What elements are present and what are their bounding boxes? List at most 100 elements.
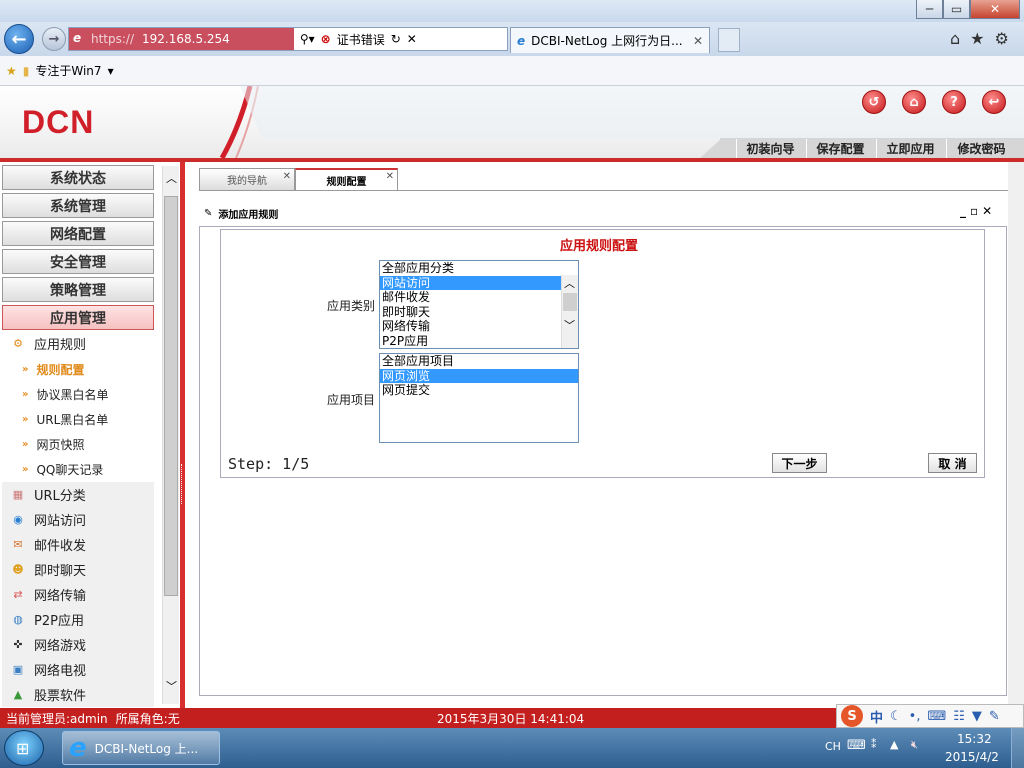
sidebar-item-system-management[interactable]: 系统管理 xyxy=(2,193,154,218)
category-listbox[interactable]: 全部应用分类 网站访问 邮件收发 即时聊天 网络传输 P2P应用 xyxy=(379,260,579,349)
address-url-segment[interactable]: e https:// 192.168.5.254 xyxy=(69,28,294,50)
close-tab-icon[interactable]: ✕ xyxy=(283,171,291,182)
sidebar-leaf-web-snapshot[interactable]: » 网页快照 xyxy=(22,433,84,455)
volume-muted-icon[interactable]: 🔇︎ xyxy=(911,738,918,752)
scroll-down-icon[interactable]: ﹀ xyxy=(166,678,177,694)
save-config-button[interactable]: 保存配置 xyxy=(806,139,874,158)
close-panel-icon[interactable]: ✕ xyxy=(982,204,996,218)
sidebar-cat-stocks[interactable]: ▲ 股票软件 xyxy=(2,682,154,707)
address-host: 192.168.5.254 xyxy=(142,32,230,46)
divider-grip[interactable] xyxy=(181,464,184,504)
favorites-star-icon[interactable]: ★ xyxy=(970,29,984,48)
forward-button[interactable]: → xyxy=(42,27,66,51)
listbox-option[interactable]: 全部应用项目 xyxy=(380,354,578,369)
stop-icon[interactable]: ✕ xyxy=(407,32,417,46)
sidebar-cat-mail[interactable]: ✉ 邮件收发 xyxy=(2,532,154,557)
item-listbox[interactable]: 全部应用项目 网页浏览 网页提交 xyxy=(379,353,579,443)
sidebar-group-app-rules[interactable]: ⚙ 应用规则 xyxy=(2,331,154,356)
sidebar-leaf-rule-config[interactable]: » 规则配置 xyxy=(22,358,84,380)
help-round-icon[interactable]: ? xyxy=(942,90,966,114)
ime-toolbar[interactable]: S 中 ☾ •, ⌨ ☷ ▼ ✎ xyxy=(836,704,1024,728)
show-hidden-icons[interactable]: ▲ xyxy=(890,738,898,751)
search-icon[interactable]: ⚲▾ xyxy=(300,32,315,46)
listbox-option[interactable]: 即时聊天 xyxy=(380,305,578,320)
sogou-ime-icon[interactable]: S xyxy=(841,705,863,727)
show-desktop-button[interactable] xyxy=(1011,728,1024,768)
new-tab-button[interactable] xyxy=(718,28,740,52)
maximize-window-button[interactable]: ▭ xyxy=(943,0,970,19)
clock-date[interactable]: 2015/4/2 xyxy=(945,750,999,764)
sidebar-cat-url[interactable]: ▦ URL分类 xyxy=(2,482,154,507)
tab-rule-config[interactable]: 规则配置 ✕ xyxy=(295,168,398,190)
clock-time[interactable]: 15:32 xyxy=(957,732,992,746)
sidebar-item-policy-management[interactable]: 策略管理 xyxy=(2,277,154,302)
browser-tab[interactable]: e DCBI-NetLog 上网行为日... ✕ xyxy=(510,27,710,53)
home-round-icon[interactable]: ⌂ xyxy=(902,90,926,114)
sidebar-cat-im[interactable]: ☻ 即时聊天 xyxy=(2,557,154,582)
listbox-option[interactable]: 网页提交 xyxy=(380,383,578,398)
refresh-round-icon[interactable]: ↺ xyxy=(862,90,886,114)
apply-now-button[interactable]: 立即应用 xyxy=(876,139,944,158)
scroll-up-icon[interactable]: ︿ xyxy=(166,170,177,186)
sidebar-item-network-config[interactable]: 网络配置 xyxy=(2,221,154,246)
sidebar-cat-transfer[interactable]: ⇄ 网络传输 xyxy=(2,582,154,607)
listbox-option-selected[interactable]: 网站访问 xyxy=(380,275,561,290)
refresh-icon[interactable]: ↻ xyxy=(391,32,401,46)
sidebar-scrollbar[interactable]: ︿ ﹀ xyxy=(162,166,179,704)
taskbar-ie-button[interactable]: e DCBI-NetLog 上... xyxy=(62,731,220,765)
sidebar-cat-tv[interactable]: ▣ 网络电视 xyxy=(2,657,154,682)
home-icon[interactable]: ⌂ xyxy=(950,29,960,48)
listbox-scroll-thumb[interactable] xyxy=(563,293,577,311)
logout-round-icon[interactable]: ↩ xyxy=(982,90,1006,114)
shirt-icon[interactable]: ▼ xyxy=(972,709,982,724)
language-indicator[interactable]: CH xyxy=(825,740,841,753)
sidebar-leaf-protocol-list[interactable]: » 协议黑白名单 xyxy=(22,383,108,405)
sidebar-item-system-status[interactable]: 系统状态 xyxy=(2,165,154,190)
sidebar-cat-p2p[interactable]: ◍ P2P应用 xyxy=(2,607,154,632)
ime-tray-icon[interactable]: ⁑ xyxy=(871,738,877,751)
listbox-option[interactable]: 网络传输 xyxy=(380,319,578,334)
wrench-icon[interactable]: ✎ xyxy=(989,709,1000,724)
listbox-option[interactable]: 邮件收发 xyxy=(380,290,578,305)
cancel-button[interactable]: 取 消 xyxy=(928,453,977,473)
listbox-option[interactable]: 全部应用分类 xyxy=(380,261,578,276)
sidebar-item-security-management[interactable]: 安全管理 xyxy=(2,249,154,274)
start-button[interactable]: ⊞ xyxy=(4,730,44,766)
ime-mode[interactable]: 中 xyxy=(870,707,883,726)
minimize-window-button[interactable]: ─ xyxy=(916,0,943,19)
sidebar-leaf-qq-chat-log[interactable]: » QQ聊天记录 xyxy=(22,458,103,480)
scroll-up-icon[interactable]: ︿ xyxy=(564,275,575,291)
next-step-button[interactable]: 下一步 xyxy=(772,453,827,473)
scroll-down-icon[interactable]: ﹀ xyxy=(564,317,575,333)
minimize-panel-icon[interactable]: _ xyxy=(960,204,970,218)
tab-my-navigation[interactable]: 我的导航 ✕ xyxy=(199,168,295,190)
change-password-button[interactable]: 修改密码 xyxy=(946,139,1016,158)
punctuation-icon[interactable]: •, xyxy=(909,709,921,724)
close-tab-icon[interactable]: ✕ xyxy=(386,171,394,182)
skin-icon[interactable]: ☷ xyxy=(953,709,965,724)
keyboard-icon[interactable]: ⌨ xyxy=(927,709,946,724)
listbox-option-selected[interactable]: 网页浏览 xyxy=(380,368,578,383)
sidebar-divider[interactable] xyxy=(180,162,185,708)
chevron-down-icon[interactable]: ▾ xyxy=(108,64,114,78)
sidebar-item-app-management[interactable]: 应用管理 xyxy=(2,305,154,330)
listbox-option[interactable]: P2P应用 xyxy=(380,334,578,349)
category-listbox-scrollbar[interactable]: ︿ ﹀ xyxy=(561,275,578,348)
favorites-item-label[interactable]: 专注于Win7 xyxy=(35,62,101,79)
settings-gear-icon[interactable]: ⚙ xyxy=(995,29,1009,48)
close-tab-icon[interactable]: ✕ xyxy=(693,34,703,48)
moon-icon[interactable]: ☾ xyxy=(890,709,902,724)
sidebar-cat-web-access[interactable]: ◉ 网站访问 xyxy=(2,507,154,532)
sidebar-scroll-thumb[interactable] xyxy=(164,196,178,596)
sidebar-cat-games[interactable]: ✜ 网络游戏 xyxy=(2,632,154,657)
restore-panel-icon[interactable]: ▫ xyxy=(970,204,982,218)
sidebar-leaf-url-list[interactable]: » URL黑白名单 xyxy=(22,408,108,430)
setup-wizard-button[interactable]: 初装向导 xyxy=(736,139,804,158)
keyboard-tray-icon[interactable]: ⌨ xyxy=(847,738,866,753)
close-window-button[interactable]: ✕ xyxy=(970,0,1020,19)
address-bar[interactable]: e https:// 192.168.5.254 ⚲▾ ⊗ 证书错误 ↻ ✕ xyxy=(68,27,508,51)
add-favorite-icon[interactable]: ★ xyxy=(6,64,17,78)
cert-error-label[interactable]: 证书错误 xyxy=(337,31,385,48)
back-button[interactable]: ← xyxy=(4,24,34,54)
main-scrollbar[interactable] xyxy=(1008,162,1024,708)
